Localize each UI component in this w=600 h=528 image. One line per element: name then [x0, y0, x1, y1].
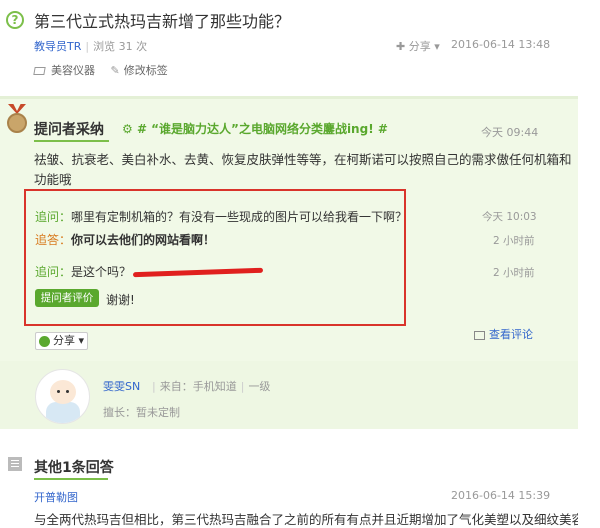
answerer-info: | 来自：手机知道 | 一级	[152, 380, 271, 393]
question-icon: ?	[6, 11, 24, 29]
topic-link[interactable]: ⚙ # “谁是脑力达人”之电脑网络分类鏖战ing! #	[122, 120, 388, 137]
pencil-icon: ✎	[110, 64, 120, 77]
medal-icon	[6, 104, 28, 134]
other-answer-text: 与全两代热玛吉但相比，第三代热玛吉融合了之前的所有有点并且近期增加了气化美塑以及…	[34, 512, 585, 527]
question-header: ? 第三代立式热玛吉新增了那些功能？ 教导员TR | 浏览 31 次 ✚ 分享 ▾ …	[0, 0, 600, 92]
chevron-down-icon: ▾	[434, 40, 440, 53]
chevron-down-icon: ▾	[75, 334, 85, 347]
question-meta: 教导员TR | 浏览 31 次	[34, 40, 148, 53]
best-answer-time: 今天 09:44	[481, 126, 539, 139]
view-count: 浏览 31 次	[93, 40, 148, 53]
answer-share-button[interactable]: 分享 ▾	[35, 332, 89, 350]
question-date: 2016-06-14 13:48	[451, 38, 551, 51]
edit-tags-link[interactable]: ✎ 修改标签	[111, 62, 168, 78]
share-dropdown[interactable]: ✚ 分享 ▾	[396, 38, 440, 54]
brain-icon: ⚙	[122, 122, 137, 136]
asker-link[interactable]: 教导员TR	[34, 40, 81, 53]
evaluation-text: 谢谢!	[106, 293, 135, 307]
header-underline	[34, 478, 108, 480]
wechat-icon	[39, 335, 50, 347]
redacted-link[interactable]	[132, 267, 264, 278]
view-comments-link[interactable]: 查看评论	[474, 326, 533, 342]
other-answer-date: 2016-06-14 15:39	[451, 489, 551, 502]
asker-evaluation-button[interactable]: 提问者评价	[35, 289, 99, 307]
question-title: 第三代立式热玛吉新增了那些功能？	[34, 12, 291, 31]
share-icon: ✚	[396, 40, 406, 53]
best-answer-header: 提问者采纳	[34, 122, 104, 138]
answer-text: 祛皱、抗衰老、美白补水、去黄、恢复皮肤弹性等等，在柯斯诺可以按照自己的需求傲任何…	[34, 152, 572, 187]
list-icon	[8, 457, 22, 471]
comment-icon	[474, 330, 485, 340]
followup-question-1: 追问：哪里有定制机箱的？有没有一些现成的图片可以给我看一下啊？	[35, 210, 408, 224]
tag-row: 美容仪器 ✎ 修改标签	[33, 62, 180, 78]
answerer-name[interactable]: 雯雯SN	[103, 378, 140, 394]
followup-time-2: 2 小时前	[493, 235, 535, 247]
avatar[interactable]	[35, 369, 90, 424]
followup-answer-1: 追答：你可以去他们的网站看啊！	[35, 233, 216, 247]
other-answer-user[interactable]: 开普勒图	[34, 489, 78, 505]
answerer-skill: 擅长：暂未定制	[103, 406, 180, 419]
tag-item[interactable]: 美容仪器	[33, 62, 95, 78]
header-underline	[34, 140, 109, 142]
followup-time-3: 2 小时前	[493, 267, 535, 279]
followup-time-1: 今天 10:03	[482, 211, 537, 223]
tag-icon	[33, 67, 46, 75]
page-margin	[578, 0, 600, 528]
share-label: 分享	[408, 40, 431, 53]
other-answers-title: 其他1条回答	[34, 460, 114, 476]
followup-question-2: 追问：是这个吗？	[35, 263, 264, 280]
